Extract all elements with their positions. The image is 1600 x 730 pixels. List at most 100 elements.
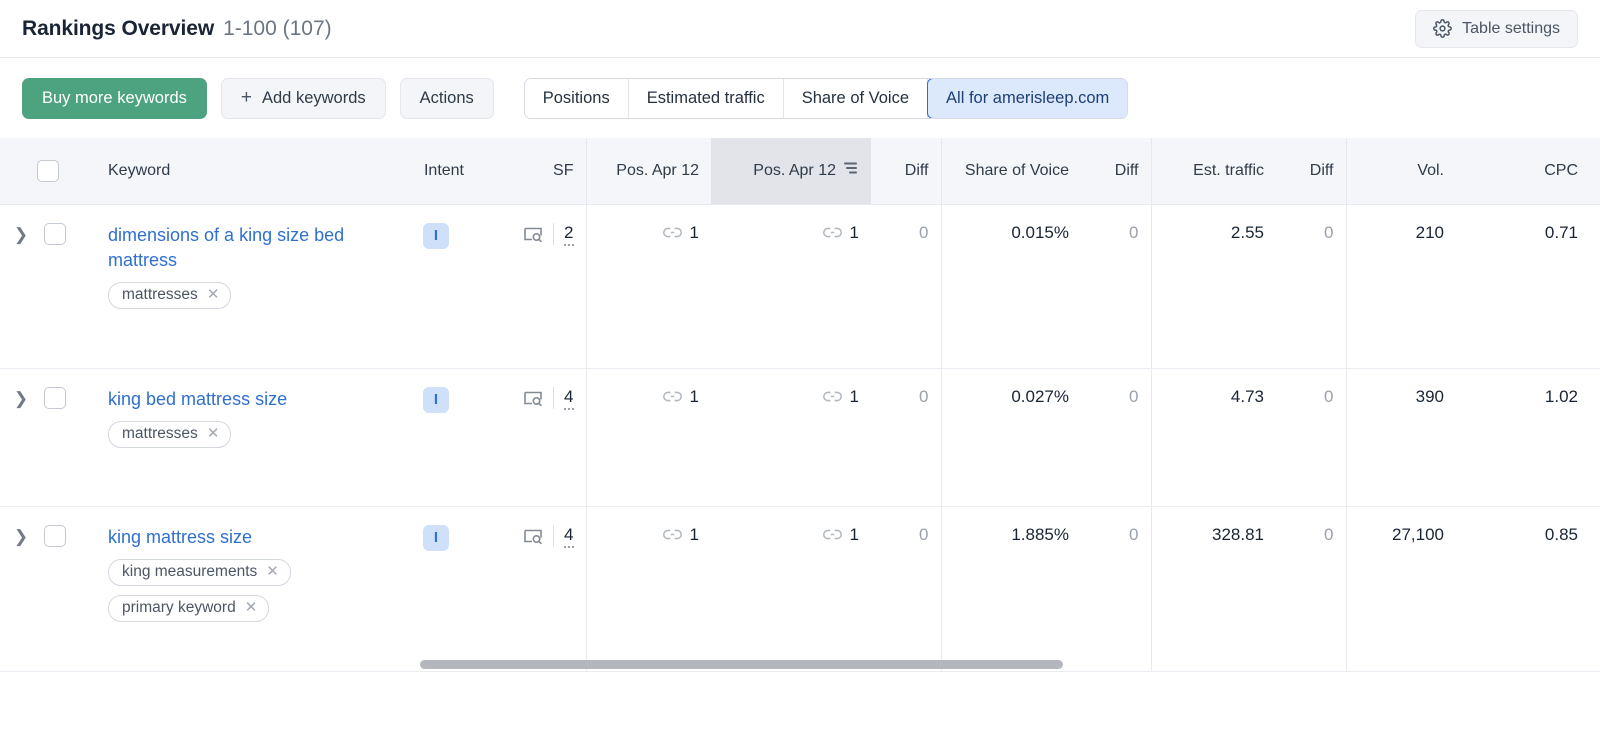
- select-all-checkbox[interactable]: [37, 160, 59, 182]
- actions-button[interactable]: Actions: [400, 78, 494, 119]
- column-header-cpc[interactable]: CPC: [1456, 138, 1600, 204]
- pos-2-value: 1: [850, 525, 859, 545]
- column-header-share-of-voice-label: Share of Voice: [965, 162, 1069, 180]
- table-row: ❯ king bed mattress size mattresses ✕ I: [0, 368, 1600, 506]
- sf-value[interactable]: 2: [564, 223, 573, 246]
- cell-pos-2: 1: [711, 368, 871, 506]
- pos-1-value: 1: [690, 387, 699, 407]
- cell-keyword: dimensions of a king size bed mattress m…: [96, 204, 396, 368]
- row-select-cell: ❯: [0, 368, 96, 506]
- cell-sf: 4: [476, 368, 586, 506]
- segment-all-for-domain[interactable]: All for amerisleep.com: [927, 78, 1128, 119]
- cell-share-of-voice: 1.885%: [941, 506, 1081, 671]
- link-icon: [823, 389, 842, 404]
- add-keywords-button[interactable]: + Add keywords: [221, 78, 386, 119]
- segment-share-of-voice[interactable]: Share of Voice: [784, 79, 928, 118]
- link-icon: [823, 527, 842, 542]
- remove-tag-icon[interactable]: ✕: [207, 287, 220, 302]
- sort-descending-icon[interactable]: [843, 161, 859, 180]
- page-title-main: Rankings Overview: [22, 17, 214, 41]
- column-header-diff-3-label: Diff: [1310, 162, 1334, 180]
- sf-value[interactable]: 4: [564, 525, 573, 548]
- row-checkbox[interactable]: [44, 223, 66, 245]
- column-header-pos-1-label: Pos. Apr 12: [616, 162, 699, 180]
- column-header-keyword[interactable]: Keyword: [96, 138, 396, 204]
- intent-badge[interactable]: I: [423, 387, 449, 413]
- cell-diff-2: 0: [1081, 204, 1151, 368]
- column-header-diff-3[interactable]: Diff: [1276, 138, 1346, 204]
- keyword-link[interactable]: king bed mattress size: [108, 387, 373, 412]
- table-row: ❯ king mattress size king measurements ✕: [0, 506, 1600, 671]
- table-settings-label: Table settings: [1462, 20, 1560, 38]
- cell-diff-2: 0: [1081, 368, 1151, 506]
- keyword-tag[interactable]: king measurements ✕: [108, 559, 291, 586]
- expand-row-icon[interactable]: ❯: [12, 223, 30, 245]
- column-header-est-traffic[interactable]: Est. traffic: [1151, 138, 1276, 204]
- link-icon: [663, 389, 682, 404]
- column-header-intent[interactable]: Intent: [396, 138, 476, 204]
- cell-intent: I: [396, 204, 476, 368]
- row-checkbox[interactable]: [44, 525, 66, 547]
- keyword-tag[interactable]: mattresses ✕: [108, 421, 231, 448]
- column-header-diff-2[interactable]: Diff: [1081, 138, 1151, 204]
- buy-more-keywords-button[interactable]: Buy more keywords: [22, 78, 207, 119]
- serp-features-icon[interactable]: [523, 225, 543, 243]
- cell-share-of-voice: 0.015%: [941, 204, 1081, 368]
- cell-intent: I: [396, 368, 476, 506]
- cell-keyword: king mattress size king measurements ✕ p…: [96, 506, 396, 671]
- remove-tag-icon[interactable]: ✕: [245, 600, 258, 615]
- serp-features-icon[interactable]: [523, 389, 543, 407]
- segment-positions[interactable]: Positions: [525, 79, 629, 118]
- cell-pos-2: 1: [711, 204, 871, 368]
- cell-vol: 390: [1346, 368, 1456, 506]
- column-header-diff-1[interactable]: Diff: [871, 138, 941, 204]
- expand-row-icon[interactable]: ❯: [12, 525, 30, 547]
- cell-intent: I: [396, 506, 476, 671]
- sf-value[interactable]: 4: [564, 387, 573, 410]
- horizontal-scrollbar[interactable]: [420, 660, 1063, 669]
- plus-icon: +: [241, 88, 252, 107]
- pos-2-value: 1: [850, 223, 859, 243]
- column-header-diff-1-label: Diff: [905, 162, 929, 180]
- cell-diff-3: 0: [1276, 204, 1346, 368]
- serp-features-icon[interactable]: [523, 527, 543, 545]
- cell-vol: 27,100: [1346, 506, 1456, 671]
- cell-est-traffic: 328.81: [1151, 506, 1276, 671]
- pos-1-value: 1: [690, 223, 699, 243]
- remove-tag-icon[interactable]: ✕: [266, 564, 279, 579]
- column-header-pos-1[interactable]: Pos. Apr 12: [586, 138, 711, 204]
- keyword-tag[interactable]: primary keyword ✕: [108, 595, 269, 622]
- table-settings-button[interactable]: Table settings: [1415, 10, 1578, 48]
- pos-1-value: 1: [690, 525, 699, 545]
- cell-pos-1: 1: [586, 506, 711, 671]
- intent-badge[interactable]: I: [423, 223, 449, 249]
- segment-estimated-traffic[interactable]: Estimated traffic: [629, 79, 784, 118]
- keyword-tag[interactable]: mattresses ✕: [108, 282, 231, 309]
- cell-diff-3: 0: [1276, 368, 1346, 506]
- column-header-diff-2-label: Diff: [1115, 162, 1139, 180]
- buy-more-keywords-label: Buy more keywords: [42, 89, 187, 108]
- column-header-pos-2[interactable]: Pos. Apr 12: [711, 138, 871, 204]
- intent-badge[interactable]: I: [423, 525, 449, 551]
- column-header-vol[interactable]: Vol.: [1346, 138, 1456, 204]
- cell-est-traffic: 4.73: [1151, 368, 1276, 506]
- column-header-keyword-label: Keyword: [108, 162, 170, 180]
- column-header-sf[interactable]: SF: [476, 138, 586, 204]
- column-header-est-traffic-label: Est. traffic: [1193, 162, 1264, 180]
- remove-tag-icon[interactable]: ✕: [207, 426, 220, 441]
- keyword-link[interactable]: king mattress size: [108, 525, 373, 550]
- column-header-sf-label: SF: [553, 162, 573, 180]
- row-select-cell: ❯: [0, 204, 96, 368]
- keyword-tag-label: king measurements: [122, 563, 257, 581]
- keyword-tag-label: primary keyword: [122, 599, 236, 617]
- keyword-link[interactable]: dimensions of a king size bed mattress: [108, 223, 373, 273]
- view-segmented-control: Positions Estimated traffic Share of Voi…: [524, 78, 1129, 119]
- column-header-share-of-voice[interactable]: Share of Voice: [941, 138, 1081, 204]
- cell-diff-1: 0: [871, 368, 941, 506]
- segment-estimated-traffic-label: Estimated traffic: [647, 89, 765, 108]
- sf-divider: [553, 387, 554, 409]
- row-checkbox[interactable]: [44, 387, 66, 409]
- segment-share-of-voice-label: Share of Voice: [802, 89, 909, 108]
- cell-pos-1: 1: [586, 204, 711, 368]
- expand-row-icon[interactable]: ❯: [12, 387, 30, 409]
